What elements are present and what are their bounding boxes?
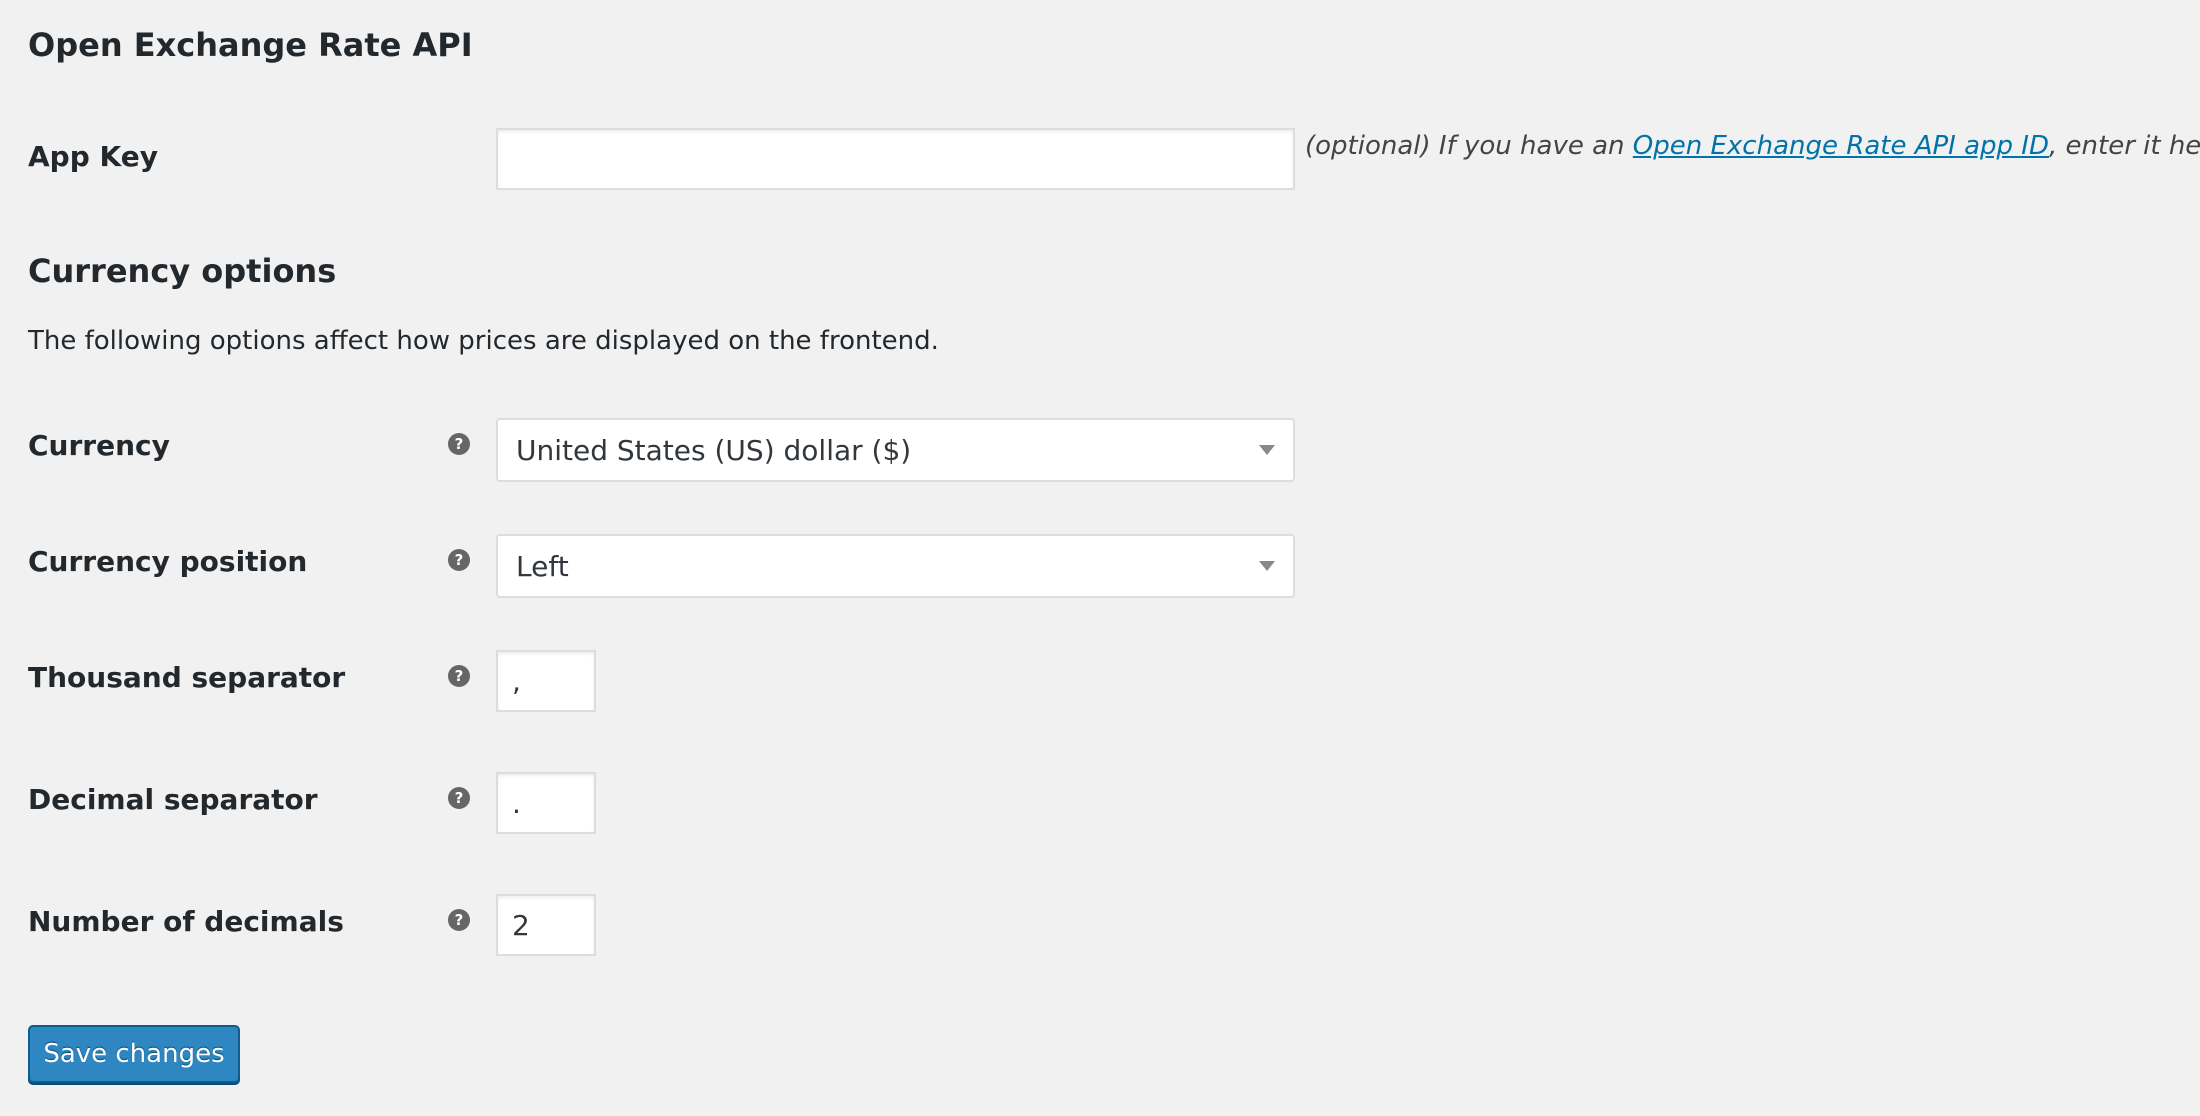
number-of-decimals-input[interactable]: [496, 894, 596, 956]
currency-position-label: Currency position: [28, 545, 308, 578]
currency-selected-value: United States (US) dollar ($): [516, 433, 912, 467]
decimal-separator-help-icon[interactable]: ?: [448, 787, 470, 809]
app-key-label: App Key: [28, 140, 158, 173]
number-of-decimals-help-icon[interactable]: ?: [448, 909, 470, 931]
chevron-down-icon: [1259, 561, 1275, 571]
currency-position-select[interactable]: Left: [496, 534, 1295, 598]
decimal-separator-label: Decimal separator: [28, 783, 318, 816]
app-key-description: (optional) If you have an Open Exchange …: [1305, 131, 2200, 161]
decimal-separator-input[interactable]: [496, 772, 596, 834]
currency-section-intro: The following options affect how prices …: [28, 326, 939, 356]
app-key-description-suffix: , enter it here.: [2049, 131, 2200, 161]
number-of-decimals-label: Number of decimals: [28, 905, 344, 938]
app-key-input[interactable]: [496, 128, 1295, 190]
api-section-title: Open Exchange Rate API: [28, 26, 473, 64]
app-key-description-prefix: (optional) If you have an: [1305, 131, 1633, 161]
currency-position-selected-value: Left: [516, 549, 569, 583]
thousand-separator-input[interactable]: [496, 650, 596, 712]
currency-position-help-icon[interactable]: ?: [448, 549, 470, 571]
settings-page: Open Exchange Rate API App Key (optional…: [0, 0, 2200, 1116]
open-exchange-rate-app-id-link[interactable]: Open Exchange Rate API app ID: [1633, 131, 2049, 161]
currency-section-title: Currency options: [28, 252, 337, 290]
currency-select[interactable]: United States (US) dollar ($): [496, 418, 1295, 482]
currency-label: Currency: [28, 429, 170, 462]
currency-help-icon[interactable]: ?: [448, 433, 470, 455]
thousand-separator-help-icon[interactable]: ?: [448, 665, 470, 687]
chevron-down-icon: [1259, 445, 1275, 455]
thousand-separator-label: Thousand separator: [28, 661, 346, 694]
save-changes-button[interactable]: Save changes: [28, 1025, 240, 1083]
